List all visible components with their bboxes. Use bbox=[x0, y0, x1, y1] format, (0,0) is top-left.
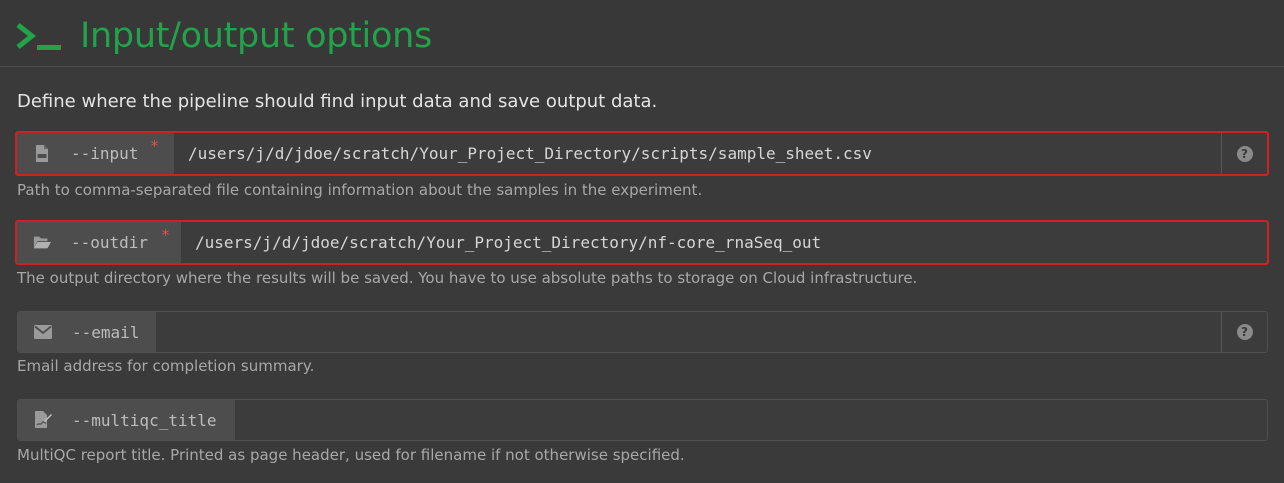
multiqc-title-field-group: --multiqc_title bbox=[17, 399, 1268, 441]
help-button[interactable]: ? bbox=[1221, 312, 1267, 352]
outdir-field-group: --outdir * /users/j/d/jdoe/scratch/Your_… bbox=[15, 220, 1269, 265]
input-param-name: --input bbox=[71, 144, 139, 163]
email-input[interactable] bbox=[156, 312, 1221, 352]
question-circle-icon: ? bbox=[1236, 145, 1253, 162]
input-field-group: --input * /users/j/d/jdoe/scratch/Your_P… bbox=[15, 131, 1269, 176]
email-field-label: --email bbox=[18, 312, 156, 352]
email-help-text: Email address for completion summary. bbox=[17, 357, 315, 375]
file-csv-icon bbox=[33, 145, 51, 163]
required-marker: * bbox=[161, 226, 171, 244]
multiqc-title-field-label: --multiqc_title bbox=[18, 400, 235, 440]
file-signature-icon bbox=[34, 411, 52, 429]
input-help-text: Path to comma-separated file containing … bbox=[17, 181, 703, 199]
section-header: Input/output options bbox=[0, 0, 1284, 67]
help-button[interactable]: ? bbox=[1221, 133, 1267, 174]
email-field-group: --email ? bbox=[17, 311, 1268, 353]
terminal-icon bbox=[16, 23, 61, 50]
envelope-icon bbox=[34, 323, 52, 341]
folder-open-icon bbox=[33, 234, 51, 252]
outdir-help-text: The output directory where the results w… bbox=[17, 269, 918, 287]
outdir-field-label: --outdir * bbox=[17, 222, 181, 263]
multiqc-title-help-text: MultiQC report title. Printed as page he… bbox=[17, 446, 685, 464]
section-description: Define where the pipeline should find in… bbox=[17, 91, 658, 112]
outdir-path-field[interactable]: /users/j/d/jdoe/scratch/Your_Project_Dir… bbox=[181, 222, 1267, 263]
multiqc-title-input[interactable] bbox=[235, 400, 1267, 440]
required-marker: * bbox=[150, 137, 160, 155]
outdir-param-name: --outdir bbox=[71, 233, 149, 252]
section-title: Input/output options bbox=[80, 16, 432, 56]
email-param-name: --email bbox=[72, 322, 140, 342]
multiqc-title-param-name: --multiqc_title bbox=[72, 410, 217, 430]
question-circle-icon: ? bbox=[1236, 324, 1253, 340]
input-path-field[interactable]: /users/j/d/jdoe/scratch/Your_Project_Dir… bbox=[174, 133, 1221, 174]
input-field-label: --input * bbox=[17, 133, 174, 174]
